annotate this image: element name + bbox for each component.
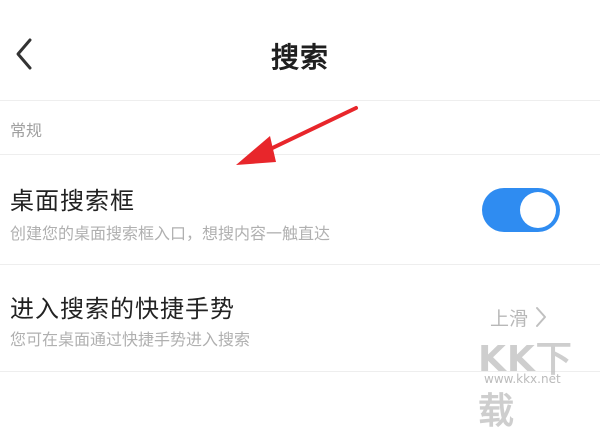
row-divider [0, 264, 600, 265]
header-divider [0, 100, 600, 101]
row-subtitle: 创建您的桌面搜索框入口，想搜内容一触直达 [10, 224, 331, 243]
toggle-knob [520, 192, 556, 228]
watermark-url: www.kkx.net [484, 372, 561, 386]
row-title: 进入搜索的快捷手势 [10, 295, 235, 323]
section-divider [0, 154, 600, 155]
watermark: KK下载 www.kkx.net [478, 330, 598, 432]
chevron-right-icon [534, 305, 548, 329]
gesture-value[interactable]: 上滑 [490, 303, 548, 331]
header: 搜索 [0, 0, 600, 100]
row-subtitle: 您可在桌面通过快捷手势进入搜索 [10, 330, 251, 349]
desktop-search-box-toggle[interactable] [482, 188, 560, 232]
page-title: 搜索 [270, 41, 329, 74]
gesture-value-text: 上滑 [490, 307, 529, 330]
section-label: 常规 [10, 121, 43, 140]
row-title: 桌面搜索框 [10, 187, 135, 215]
